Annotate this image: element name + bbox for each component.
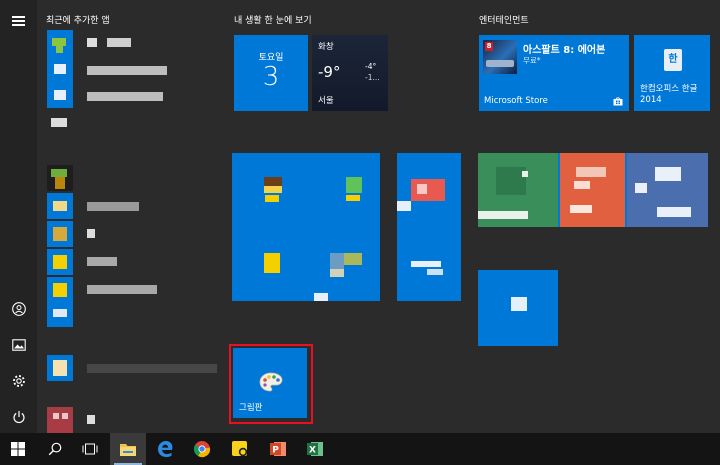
list-item[interactable]	[87, 92, 163, 101]
list-item[interactable]	[87, 66, 167, 75]
calendar-date: 3	[262, 62, 280, 92]
paint-tile[interactable]: 그림판	[233, 348, 307, 418]
sticky-notes-icon[interactable]	[222, 433, 258, 465]
app-list: 최근에 추가한 앱	[37, 0, 230, 433]
powerpoint-icon[interactable]: P	[260, 433, 296, 465]
list-item[interactable]	[87, 285, 157, 294]
edge-icon[interactable]	[147, 433, 183, 465]
hancom-icon: 한	[664, 49, 682, 71]
app-icon[interactable]	[47, 355, 73, 381]
app-icon[interactable]	[47, 301, 73, 327]
asphalt-title: 아스팔트 8: 에어본	[523, 45, 606, 56]
hancom-tile[interactable]: 한 한컴오피스 한글 2014	[634, 35, 710, 111]
list-item[interactable]	[87, 202, 139, 211]
asphalt-price: 무료*	[523, 56, 541, 65]
asphalt-tile[interactable]: 8 아스팔트 8: 에어본 무료* Microsoft Store	[479, 35, 629, 111]
weather-tile[interactable]: 화창 -9° -4° -1... 서울	[312, 35, 388, 111]
file-explorer-icon[interactable]	[110, 433, 146, 465]
task-view-icon[interactable]	[72, 433, 108, 465]
app-icon[interactable]	[47, 249, 73, 275]
entertainment-header: 엔터테인먼트	[479, 16, 529, 26]
left-rail	[0, 0, 37, 433]
weather-condition: 화창	[318, 42, 334, 52]
app-tile[interactable]	[478, 270, 558, 346]
svg-text:P: P	[272, 446, 279, 456]
list-item[interactable]	[87, 415, 95, 424]
power-icon[interactable]	[0, 402, 37, 432]
hancom-label: 한컴오피스 한글 2014	[640, 84, 698, 105]
recent-apps-header: 최근에 추가한 앱	[46, 16, 110, 26]
list-item[interactable]	[87, 364, 217, 373]
app-icon[interactable]	[47, 30, 73, 56]
list-item[interactable]	[87, 229, 95, 238]
list-item[interactable]	[87, 38, 97, 47]
svg-text:X: X	[309, 446, 316, 456]
weather-city: 서울	[318, 96, 334, 106]
app-icon[interactable]	[47, 165, 73, 191]
excel-icon[interactable]: X	[297, 433, 333, 465]
folder-tile-narrow[interactable]	[397, 153, 461, 301]
app-icon[interactable]	[47, 407, 73, 433]
my-life-header: 내 생활 한 눈에 보기	[234, 16, 312, 26]
paint-label: 그림판	[239, 403, 263, 413]
calendar-tile[interactable]: 토요일 3	[234, 35, 308, 111]
weather-low: -1...	[365, 73, 380, 82]
search-icon[interactable]	[37, 433, 73, 465]
app-icon[interactable]	[47, 277, 73, 303]
paint-palette-icon	[259, 372, 283, 392]
list-item	[107, 38, 131, 47]
windows-icon[interactable]	[0, 433, 36, 465]
app-icon[interactable]	[47, 82, 73, 108]
folder-tile[interactable]	[232, 153, 380, 301]
store-label: Microsoft Store	[484, 96, 548, 106]
chrome-icon[interactable]	[184, 433, 220, 465]
app-icon[interactable]	[47, 56, 73, 82]
hamburger-icon[interactable]	[0, 6, 37, 36]
list-item[interactable]	[87, 257, 117, 266]
pictures-icon[interactable]	[0, 330, 37, 360]
list-item	[51, 118, 67, 127]
weather-high: -4°	[365, 62, 377, 71]
asphalt-badge: 8	[485, 42, 493, 51]
entertainment-wide-tile[interactable]	[478, 153, 708, 227]
settings-icon[interactable]	[0, 366, 37, 396]
taskbar: P X	[0, 433, 720, 465]
asphalt-app-icon: 8	[483, 40, 517, 74]
app-icon[interactable]	[47, 193, 73, 219]
user-icon[interactable]	[0, 294, 37, 324]
app-icon[interactable]	[47, 221, 73, 247]
weather-temp: -9°	[318, 63, 341, 81]
store-bag-icon	[613, 97, 623, 106]
